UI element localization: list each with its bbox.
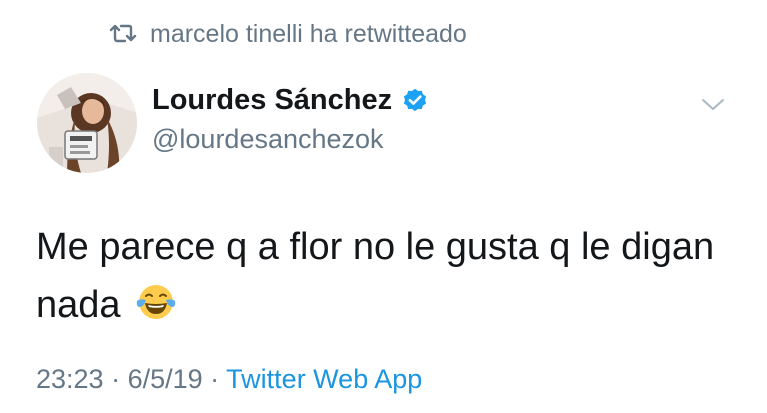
tweet-text-line2: nada [36,284,121,326]
retweet-context[interactable]: marcelo tinelli ha retwitteado [108,17,467,51]
retweet-label[interactable]: marcelo tinelli ha retwitteado [150,20,467,49]
tweet-text-line1: Me parece q a flor no le gusta q le diga… [36,226,715,268]
tweet-source-link[interactable]: Twitter Web App [226,364,422,394]
chevron-down-icon[interactable] [700,96,726,114]
avatar[interactable] [37,73,137,173]
face-with-tears-of-joy-emoji [136,285,176,319]
author-name-row[interactable]: Lourdes Sánchez [152,84,429,117]
verified-badge-icon [404,88,427,111]
meta-separator: · [103,364,128,394]
tweet-meta: 23:23 · 6/5/19 · Twitter Web App [36,364,422,395]
tweet-time[interactable]: 23:23 [36,364,104,394]
author-name[interactable]: Lourdes Sánchez [152,84,392,117]
author-handle[interactable]: @lourdesanchezok [152,124,384,155]
meta-separator: · [202,364,227,394]
tweet-date[interactable]: 6/5/19 [128,364,203,394]
retweet-icon [109,24,137,43]
tweet-text: Me parece q a flor no le gusta q le diga… [36,218,736,334]
